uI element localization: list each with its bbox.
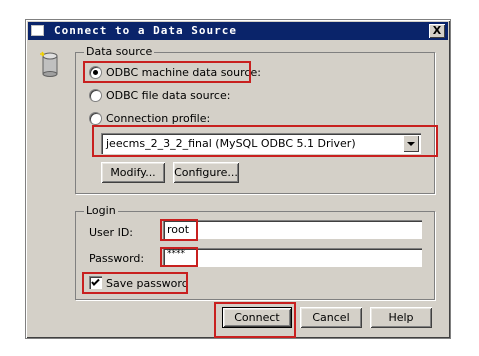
radio-odbc-file[interactable] [89, 89, 102, 102]
configure-button[interactable]: Configure... [173, 162, 239, 183]
help-button[interactable]: Help [370, 307, 432, 328]
data-source-group-label: Data source [84, 45, 155, 58]
highlight-connect [214, 302, 296, 338]
highlight-odbc-machine [83, 61, 251, 83]
password-input[interactable]: **** [163, 248, 422, 267]
user-id-label: User ID: [89, 226, 133, 239]
login-group-label: Login [84, 204, 118, 217]
close-icon: X [432, 24, 442, 37]
window-title: Connect to a Data Source [54, 24, 237, 37]
password-label: Password: [89, 252, 145, 265]
radio-connection-profile-label[interactable]: Connection profile: [106, 112, 210, 125]
title-bar[interactable]: Connect to a Data Source X [28, 22, 448, 40]
highlight-profile-select [92, 125, 438, 157]
cancel-button[interactable]: Cancel [300, 307, 362, 328]
user-id-input[interactable]: root [163, 220, 422, 239]
radio-odbc-file-label[interactable]: ODBC file data source: [106, 89, 230, 102]
highlight-user-id [160, 219, 198, 241]
window-icon [31, 25, 44, 36]
highlight-save-password [82, 272, 188, 294]
modify-button[interactable]: Modify... [101, 162, 165, 183]
database-icon [40, 51, 58, 77]
radio-connection-profile[interactable] [89, 112, 102, 125]
highlight-password [160, 247, 198, 267]
close-button[interactable]: X [429, 24, 445, 38]
